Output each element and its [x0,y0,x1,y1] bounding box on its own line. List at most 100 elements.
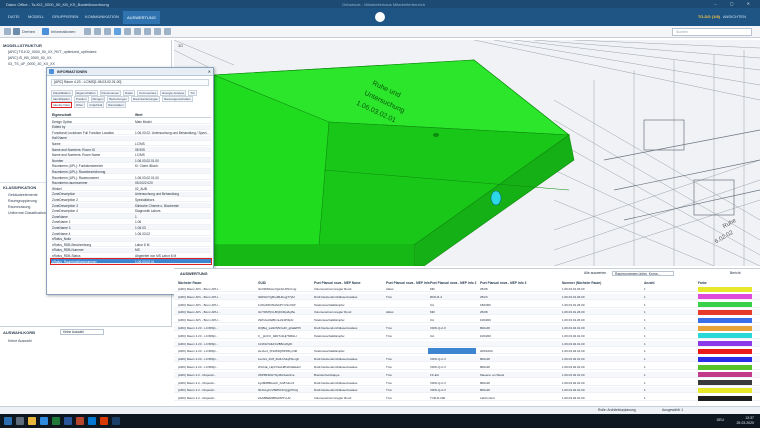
table-row[interactable]: [ARC] Raum 4.2 - Dispositi... 0SPIBNRHYNy… [174,371,760,378]
color-swatch[interactable] [698,325,752,331]
column-header[interactable]: GUID [258,281,266,285]
filter-select[interactable]: Alle auswerten [584,271,606,275]
color-swatch[interactable] [698,309,752,315]
property-row[interactable]: Name and Numbers: Room ID 08 905 [51,147,211,152]
color-swatch[interactable] [698,364,752,370]
color-swatch[interactable] [698,348,752,354]
property-row[interactable]: xRufus_RDB-Beschreibung Labor 8 M [51,242,211,248]
dalux-icon[interactable] [112,417,120,425]
measure-icon[interactable] [94,28,101,35]
word-icon[interactable] [64,417,72,425]
property-row[interactable]: ZoneDescription Untersuchung und Behandlu… [51,191,211,197]
info-icon[interactable] [42,28,49,35]
table-row[interactable]: [ARC] Raum 4.23 - LC/MS[1... 0OjBuj_w2d2N… [174,325,760,331]
tab-raumeigenschaften[interactable]: Raumeigenschaften [162,96,193,102]
column-header[interactable]: Nächster Raum [178,281,201,285]
property-row[interactable]: xRufus_Notiz [51,236,211,242]
3d-viewport[interactable]: 3D Ruhe und Untersuchung 1.06.03.02.01 R… [174,40,760,266]
property-row[interactable]: ZoneDescription 3 Klinische Chemie u. Bio… [51,203,211,208]
property-row[interactable]: Functional Lockdown Full Function Locati… [51,130,211,136]
property-row[interactable]: Hall Name [51,135,211,141]
column-header[interactable]: Farbe [698,281,707,285]
table-row[interactable]: [ARC] Raum 4.2 - Dispositi... 2AAB6EE9BSv… [174,395,760,402]
column-header[interactable]: Pset Planual nova - MEP Info 2 [430,281,476,285]
klassifikation-item[interactable]: Uniformat Classification [8,211,46,215]
undo-icon[interactable] [4,28,11,35]
color-swatch[interactable] [698,286,752,292]
isolate-icon[interactable] [134,28,141,35]
layers-icon[interactable] [164,28,171,35]
hide-icon[interactable] [124,28,131,35]
report-combo[interactable]: Raumnummern-Infos_Komp... [612,271,674,276]
color-swatch[interactable] [698,341,752,347]
klassifikation-item[interactable]: Gebäudeelemente [8,193,38,197]
auswahlkorb-filter[interactable]: Keine Auswahl [60,329,104,335]
property-row[interactable]: ZoneDescription 4 Diagnostik Labors [51,209,211,214]
table-row[interactable]: [ARC] Raum 4.23 - LC/MS[1... 2eJLu4_XNLB3… [174,348,760,355]
model-item[interactable]: [ARC] IS_KB_0000_50_XX [8,56,52,60]
info-dialog[interactable]: INFORMATIONEN ✕ [ARC] Raum 4.23 - LC/MS[… [46,67,214,295]
color-swatch[interactable] [698,317,752,323]
table-row[interactable]: [ARC] Raum 4.2 - Dispositi... 1gs8M8BwwtC… [174,380,760,386]
informationen-button[interactable]: Informationen [51,29,75,34]
selected-cell[interactable] [428,348,476,355]
tab-raumdaten[interactable]: Raumdaten [106,102,126,108]
menu-auswertung[interactable]: AUSWERTUNG [123,11,160,24]
property-row[interactable]: Raumberm (UPL): Funktionsbereich Kl. Chem… [51,164,211,169]
table-row[interactable]: [ARC] Raum APx - Bonn APH ... 3mTDMTjCH5Q… [174,309,760,316]
column-header[interactable]: Anzahl [644,281,654,285]
menu-gruppieren[interactable]: GRUPPIEREN [52,14,78,19]
property-row[interactable]: xRufus_RDB-Nummer MS [51,247,211,253]
bericht-button[interactable]: Bericht [730,271,741,275]
property-row[interactable]: xRufus_Raumfunktionsnummer 1.06.03.02.01 [50,258,212,265]
property-row[interactable]: ZoneName 4 1.06.03.02 [51,231,211,236]
property-row[interactable]: Name and Numbers: Room Name LC/MS [51,153,211,158]
column-header[interactable]: Nummer (Nächster Raum) [562,281,601,285]
tab-other[interactable]: Other [73,102,86,108]
start-icon[interactable] [4,417,12,425]
property-row[interactable]: Number 1.06.03.02.01.00 [51,158,211,164]
lang-indicator[interactable]: DEU [717,418,724,422]
color-swatch[interactable] [698,294,752,300]
rotate-icon[interactable] [13,28,20,35]
grid-icon[interactable] [154,28,161,35]
color-swatch[interactable] [698,302,752,308]
table-row[interactable]: [ARC] Raum 4.23 - LC/MS[1... 3__jInrFC_9d… [174,333,760,339]
property-row[interactable]: Name LC/MS [51,141,211,147]
section-icon[interactable] [104,28,111,35]
app-icon[interactable] [100,417,108,425]
column-header[interactable]: Pset Planual nova - MEP Info 3 [480,281,526,285]
model-item[interactable]: 03_TS_UF_0000_30_XX_XX [8,62,55,66]
klassifikation-item[interactable]: Raumgruppierung [8,199,37,203]
search-input[interactable]: Suchen [672,28,752,36]
column-header[interactable]: Pset Planual nova - MEP Name [314,281,361,285]
window-controls[interactable]: – ▢ ✕ [714,1,756,6]
cube-icon[interactable] [114,28,121,35]
menu-datei[interactable]: DATEI [8,14,19,19]
outlook-icon[interactable] [88,417,96,425]
menu-modell[interactable]: MODELL [28,14,44,19]
table-row[interactable]: [ARC] Raum 4.2 - Dispositi... 0kJGLgFcVBl… [174,387,760,394]
color-swatch[interactable] [698,380,752,386]
table-row[interactable]: [ARC] Raum APx - Bonn APH ... 3mf3RNKwo7g… [174,286,760,292]
powerpoint-icon[interactable] [76,417,84,425]
table-row[interactable]: [ARC] Raum 4.23 - LC/MS[1... 2NUnE_HqXVSw… [174,364,760,370]
excel-icon[interactable] [52,417,60,425]
column-header[interactable]: Pset Planual nova - MEP Info [386,281,430,285]
property-row[interactable]: Raumberm (UPL): Raumbezeichnung [51,169,211,175]
ansichten-menu[interactable]: ANSICHTEN [723,14,746,19]
search-icon[interactable] [16,417,24,425]
folder-icon[interactable] [28,417,36,425]
property-row[interactable]: Raumberm (UPL): Raumnummer 1.06.03.02.01.… [51,175,211,180]
color-swatch[interactable] [698,356,752,362]
tab-graphical[interactable]: Graphical [87,102,105,108]
table-row[interactable]: [ARC] Raum APx - Bonn APH ... 3dlZGOYgBuo… [174,293,760,300]
table-row[interactable]: [ARC] Raum APx - Bonn APH ... 1LWvdWV5HGb… [174,302,760,308]
property-row[interactable]: Raumberm.raumnummer 05.0022.020 [51,180,211,186]
property-row[interactable]: xRufus_RDB-Status Abgeleitet von MS Labor… [51,253,211,259]
color-swatch[interactable] [698,395,752,401]
clock[interactable]: 13:37 25.03.2020 [736,416,754,425]
drehen-button[interactable]: Drehen [22,29,35,34]
browser-icon[interactable] [40,417,48,425]
property-row[interactable]: Winkel 02_AUB [51,186,211,192]
